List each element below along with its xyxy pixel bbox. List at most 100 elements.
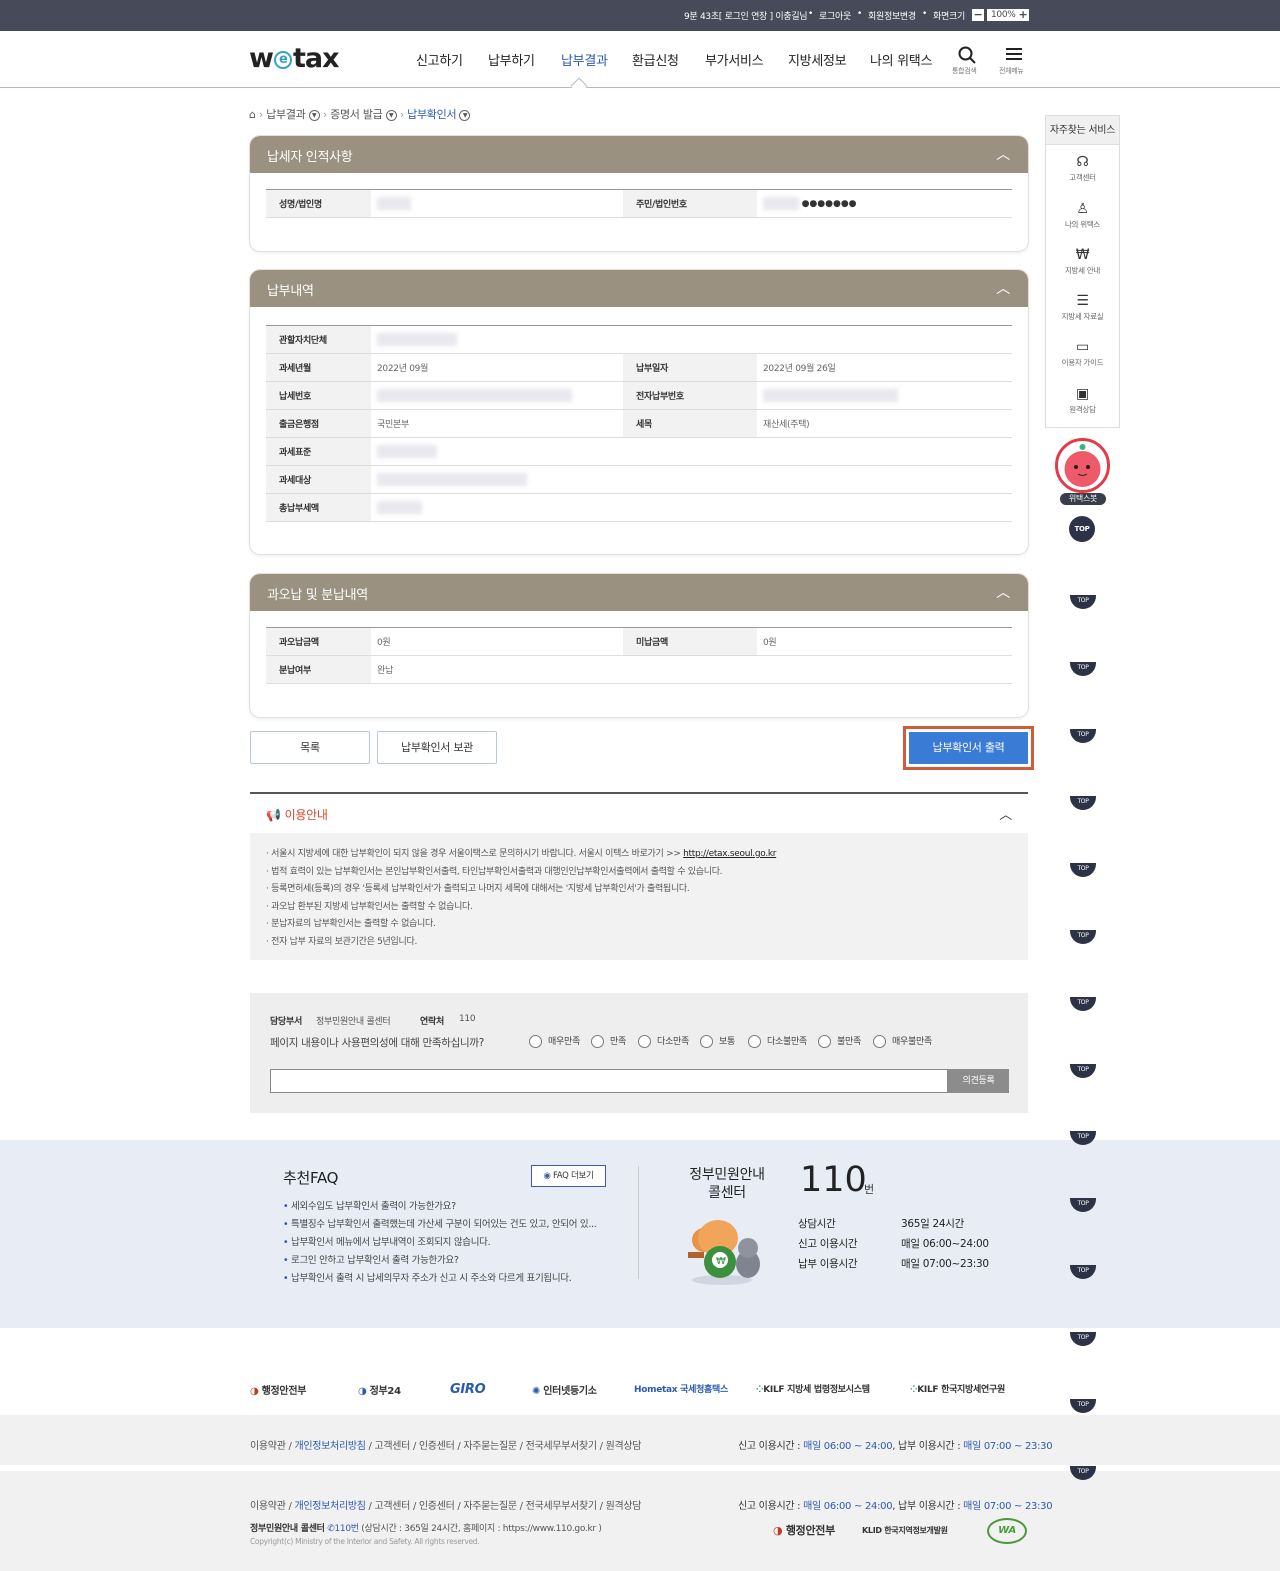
chevron-up-icon[interactable]: ︿: [996, 582, 1010, 602]
survey-option-somewhat-unsatisfied[interactable]: 다소불만족: [748, 1034, 807, 1048]
top-button-ghost: TOP: [1070, 863, 1096, 877]
wetax-bot[interactable]: [1055, 438, 1110, 493]
survey-option-very-unsatisfied[interactable]: 매우불만족: [873, 1034, 932, 1048]
radio-icon[interactable]: [591, 1035, 604, 1048]
kilf-institute-logo[interactable]: ⁘KILF 한국지방세연구원: [910, 1382, 1005, 1395]
quick-tax-library[interactable]: ☰ 지방세 자료실: [1046, 293, 1119, 322]
nav-local-tax-info[interactable]: 지방세정보: [788, 50, 847, 69]
wetax-logo[interactable]: w e tax: [249, 43, 339, 74]
list-item: · 과오납 환부된 지방세 납부확인서는 출력할 수 없습니다.: [266, 901, 473, 912]
nav-report[interactable]: 신고하기: [416, 50, 463, 69]
quick-tax-guide[interactable]: ₩ 지방세 안내: [1046, 247, 1119, 276]
quick-my-wetax[interactable]: ♙ 나의 위택스: [1046, 201, 1119, 230]
chevron-down-icon[interactable]: ▼: [308, 109, 320, 121]
radio-icon[interactable]: [873, 1035, 886, 1048]
nav-my-wetax[interactable]: 나의 위택스: [870, 50, 932, 69]
top-button-ghost: TOP: [1070, 997, 1096, 1011]
radio-icon[interactable]: [529, 1035, 542, 1048]
chevron-up-icon[interactable]: ︿: [996, 278, 1010, 298]
opinion-submit-button[interactable]: 의견등록: [948, 1069, 1009, 1093]
quick-services-title: 자주찾는 서비스: [1046, 116, 1119, 145]
quick-remote-consult[interactable]: ▣ 원격상담: [1046, 386, 1119, 415]
table-row: 과세대상: [266, 465, 1012, 494]
chat-icon: ◉: [543, 1171, 551, 1181]
home-icon[interactable]: ⌂: [249, 108, 256, 121]
iros-logo[interactable]: ✺ 인터넷등기소: [532, 1382, 597, 1397]
copyright: Copyright(c) Ministry of the Interior an…: [250, 1537, 480, 1546]
chevron-up-icon[interactable]: ︿: [996, 144, 1010, 164]
faq-item[interactable]: • 납부확인서 출력 시 납세의무자 주소가 신고 시 주소와 다르게 표기됩니…: [283, 1270, 597, 1288]
table-row: 총납부세액: [266, 493, 1012, 522]
radio-icon[interactable]: [700, 1035, 713, 1048]
breadcrumb-pay-result[interactable]: 납부결과: [266, 108, 306, 121]
payment-panel-title: 납부내역: [267, 284, 314, 299]
top-button-ghost: TOP: [1070, 1332, 1096, 1346]
top-button-ghost: TOP: [1070, 662, 1096, 676]
payment-table: 관할자치단체 과세년월 2022년 09월 납부일자 2022년 09월 26일…: [266, 325, 1012, 522]
faq-item[interactable]: • 납부확인서 메뉴에서 납부내역이 조회되지 않습니다.: [283, 1234, 597, 1252]
radio-icon[interactable]: [638, 1035, 651, 1048]
survey-option-satisfied[interactable]: 만족: [591, 1034, 626, 1048]
footer-klid-logo: KLID 한국지역정보개발원: [862, 1526, 948, 1535]
survey-option-neutral[interactable]: 보통: [700, 1034, 735, 1048]
nav-pay[interactable]: 납부하기: [488, 50, 535, 69]
list-item: · 법적 효력이 있는 납부확인서는 본인납부확인서출력, 타인납부확인서출력과…: [266, 866, 723, 877]
store-certificate-button[interactable]: 납부확인서 보관: [377, 731, 497, 764]
faq-more-button[interactable]: ◉ FAQ 더보기: [531, 1165, 606, 1187]
mois-logo[interactable]: ◑ 행정안전부: [250, 1382, 306, 1397]
footer-links: 이용약관 / 개인정보처리방침 / 고객센터 / 인증센터 / 자주묻는질문 /…: [250, 1441, 642, 1452]
faq-item[interactable]: • 세외수입도 납부확인서 출력이 가능한가요?: [283, 1198, 597, 1216]
opinion-input[interactable]: [270, 1069, 948, 1093]
zoom-level: 100%: [987, 9, 1020, 21]
logout-link[interactable]: 로그아웃: [819, 9, 851, 22]
nav-extra-service[interactable]: 부가서비스: [705, 50, 764, 69]
zoom-in-button[interactable]: +: [1017, 9, 1029, 21]
payment-panel-header[interactable]: 납부내역 ︿: [250, 270, 1028, 307]
quick-customer-center[interactable]: ☊ 고객센터: [1046, 154, 1119, 183]
payer-panel-title: 납세자 인적사항: [267, 150, 353, 165]
search-icon[interactable]: [955, 46, 979, 67]
top-button-ghost: TOP: [1070, 796, 1096, 810]
top-button[interactable]: TOP: [1069, 516, 1095, 542]
nav-pay-result[interactable]: 납부결과: [561, 50, 608, 69]
survey-option-unsatisfied[interactable]: 불만족: [818, 1034, 861, 1048]
etax-link[interactable]: http://etax.seoul.go.kr: [683, 849, 776, 859]
dept-value: 정부민원안내 콜센터: [316, 1017, 391, 1027]
list-item: · 분납자료의 납부확인서는 출력할 수 없습니다.: [266, 919, 436, 929]
chevron-up-icon[interactable]: ︿: [999, 804, 1012, 823]
chevron-down-icon[interactable]: ▼: [385, 109, 397, 121]
notice-header[interactable]: 📢 이용안내 ︿: [250, 794, 1028, 833]
search-label: 통합검색: [952, 67, 977, 75]
list-button[interactable]: 목록: [250, 731, 370, 764]
menu-icon[interactable]: [1002, 46, 1026, 65]
print-certificate-button[interactable]: 납부확인서 출력: [909, 732, 1028, 764]
quick-user-guide[interactable]: ▭ 이용자 가이드: [1046, 339, 1119, 368]
radio-icon[interactable]: [818, 1035, 831, 1048]
faq-item[interactable]: • 로그인 안하고 납부확인서 출력 가능한가요?: [283, 1252, 597, 1270]
gov24-logo[interactable]: ◑ 정부24: [358, 1382, 401, 1397]
list-item: · 등록면허세(등록)의 경우 '등록세 납부확인서'가 출력되고 나머지 세목…: [266, 884, 690, 894]
chevron-down-icon[interactable]: ▼: [459, 109, 471, 121]
divider: [638, 1166, 639, 1279]
payer-panel-header[interactable]: 납세자 인적사항 ︿: [250, 136, 1028, 173]
table-row: 과세표준: [266, 437, 1012, 466]
radio-icon[interactable]: [748, 1035, 761, 1048]
kilf-law-logo[interactable]: ⁘KILF 지방세 법령정보시스템: [756, 1382, 870, 1395]
list-item: · 서울시 지방세에 대한 납부확인이 되지 않을 경우 서울이택스로 문의하시…: [266, 849, 777, 859]
masked-id: ●●●●●●●: [801, 199, 857, 209]
edit-info-link[interactable]: 회원정보변경: [868, 9, 916, 22]
print-highlight: 납부확인서 출력: [903, 726, 1034, 770]
survey-option-somewhat-satisfied[interactable]: 다소만족: [638, 1034, 689, 1048]
call-number: 110: [800, 1160, 867, 1200]
session-info[interactable]: 9분 43초[ 로그인 연장 ] 이충길님: [684, 9, 808, 22]
survey-option-very-satisfied[interactable]: 매우만족: [529, 1034, 580, 1048]
breadcrumb-current[interactable]: 납부확인서: [407, 108, 456, 121]
overpay-panel-header[interactable]: 과오납 및 분납내역 ︿: [250, 574, 1028, 611]
zoom-out-button[interactable]: −: [972, 9, 984, 21]
payer-panel: 납세자 인적사항 ︿ 성명/법인명 주민/법인번호 ●●●●●●●: [250, 136, 1028, 251]
nav-refund[interactable]: 환급신청: [632, 50, 679, 69]
hometax-logo[interactable]: Hometax 국세청홈택스: [634, 1382, 728, 1395]
faq-item[interactable]: • 특별징수 납부확인서 출력했는데 가산세 구분이 되어있는 건도 있고, 안…: [283, 1216, 597, 1234]
giro-logo[interactable]: GIRO: [450, 1382, 486, 1397]
breadcrumb-certificate[interactable]: 증명서 발급: [330, 108, 383, 121]
